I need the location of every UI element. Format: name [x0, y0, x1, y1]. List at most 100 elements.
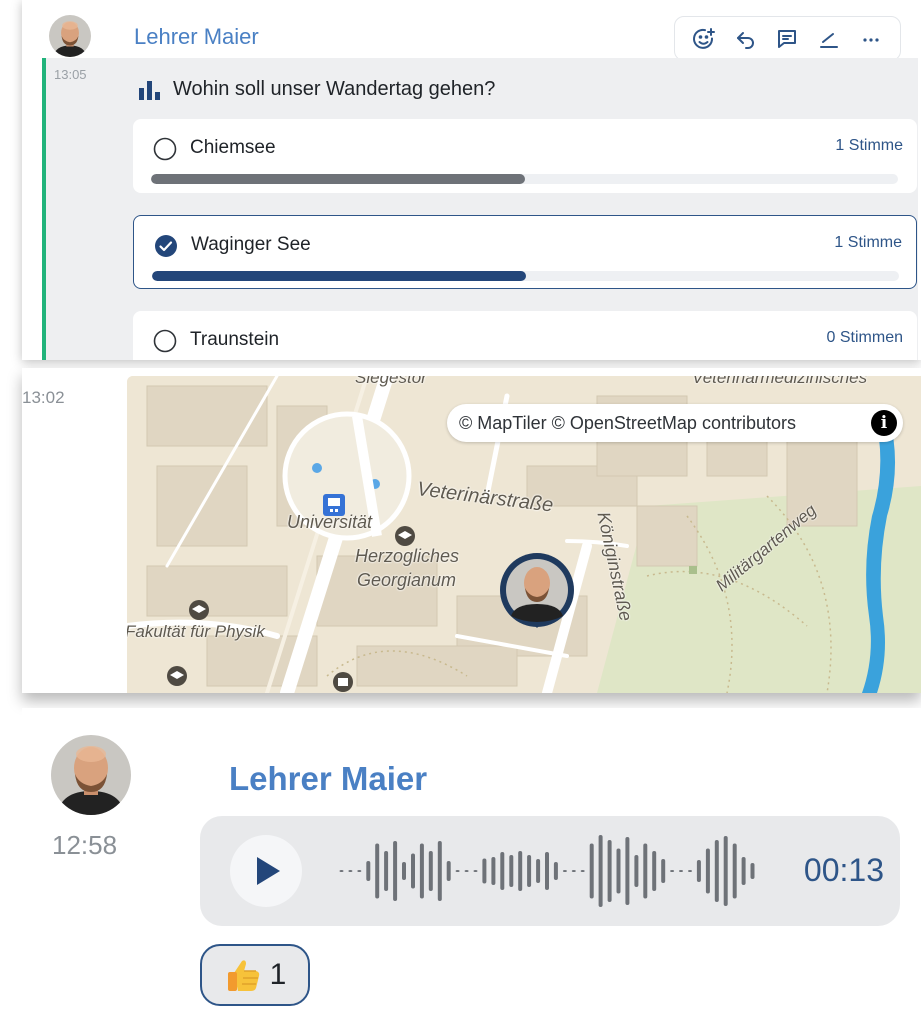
poll-option-traunstein[interactable]: Traunstein 0 Stimmen	[133, 311, 917, 360]
waveform-bar	[562, 870, 567, 872]
poll-option-votes: 1 Stimme	[834, 234, 902, 251]
waveform-bar	[348, 870, 353, 872]
poll-option-waginger-see[interactable]: Waginger See 1 Stimme	[133, 215, 917, 289]
waveform-bar	[670, 870, 675, 872]
chat-screenshot: Lehrer Maier 13:05 Wohin soll unser Wand…	[0, 0, 921, 1026]
waveform-bar	[661, 859, 666, 883]
waveform-bar	[509, 855, 514, 887]
reply-icon[interactable]	[733, 26, 759, 52]
poll-question-text: Wohin soll unser Wandertag gehen?	[173, 78, 496, 100]
avatar[interactable]	[49, 15, 91, 57]
location-message: 13:02 Siegestor Veterinärmedizinisches V…	[22, 368, 921, 693]
waveform-bar	[419, 843, 424, 899]
avatar[interactable]	[51, 735, 131, 815]
map-label: Universität	[287, 512, 373, 532]
waveform-bar	[553, 862, 558, 880]
waveform-bar	[625, 837, 630, 905]
voice-player: 00:13	[200, 816, 900, 926]
poll-option-votes: 0 Stimmen	[826, 329, 903, 346]
play-icon	[257, 857, 280, 885]
map-label: Veterinärmedizinisches	[692, 376, 868, 387]
waveform-bar	[732, 843, 737, 899]
play-button[interactable]	[230, 835, 302, 907]
waveform-bar	[366, 861, 371, 881]
waveform-bar	[652, 851, 657, 891]
voice-duration: 00:13	[803, 852, 884, 888]
map-attribution[interactable]: © MapTiler © OpenStreetMap contributors …	[447, 404, 903, 442]
waveform-bar	[580, 870, 585, 872]
radio-unchecked-icon[interactable]	[153, 137, 177, 161]
sender-name[interactable]: Lehrer Maier	[229, 760, 427, 798]
waveform-bar	[491, 857, 496, 885]
waveform-bar	[696, 860, 701, 882]
waveform-bar	[714, 840, 719, 902]
poll-option-bar-fill	[152, 271, 526, 281]
radio-unchecked-icon[interactable]	[153, 329, 177, 353]
attribution-text: © MapTiler © OpenStreetMap contributors	[459, 412, 796, 433]
waveform-bar	[598, 835, 603, 907]
waveform-bar	[446, 861, 451, 881]
map-label: Siegestor	[355, 376, 427, 387]
poll-body: 13:05 Wohin soll unser Wandertag gehen? …	[42, 58, 918, 360]
waveform-bar	[384, 851, 389, 891]
sender-name[interactable]: Lehrer Maier	[134, 24, 259, 50]
waveform-bar	[607, 840, 612, 902]
voice-message: Lehrer Maier 12:58 00:13 1	[22, 708, 921, 1026]
waveform-bar	[518, 851, 523, 891]
poll-option-label: Chiemsee	[190, 137, 276, 158]
waveform-bar	[402, 862, 406, 880]
poll-option-bar	[152, 271, 899, 281]
waveform-bar	[455, 870, 460, 872]
waveform-bar	[643, 843, 648, 899]
waveform-bar	[375, 843, 380, 899]
poll-option-chiemsee[interactable]: Chiemsee 1 Stimme	[133, 119, 917, 193]
waveform-bar	[723, 836, 728, 906]
reaction-count: 1	[269, 958, 287, 991]
waveform[interactable]	[337, 831, 757, 911]
waveform-bar	[357, 870, 362, 872]
waveform-bar	[688, 870, 692, 872]
info-icon[interactable]: i	[871, 410, 897, 436]
map-view[interactable]: Siegestor Veterinärmedizinisches Veterin…	[127, 376, 921, 693]
radio-checked-icon[interactable]	[154, 234, 178, 258]
add-reaction-icon[interactable]	[691, 26, 717, 52]
thread-icon[interactable]	[774, 26, 800, 52]
more-icon[interactable]	[858, 26, 884, 52]
map-label: Herzogliches	[355, 546, 460, 566]
map-label: Fakultät für Physik	[127, 622, 265, 641]
waveform-bar	[411, 853, 415, 889]
poll-message: Lehrer Maier 13:05 Wohin soll unser Wand…	[22, 0, 921, 360]
waveform-bar	[589, 843, 594, 899]
reaction-thumbs-up[interactable]: 1	[200, 944, 310, 1006]
waveform-bar	[482, 858, 487, 884]
waveform-bar	[473, 870, 478, 872]
waveform-bar	[616, 848, 621, 894]
waveform-bar	[393, 841, 398, 901]
waveform-bar	[679, 870, 683, 872]
thumbs-up-icon	[227, 960, 259, 991]
waveform-bar	[536, 859, 541, 883]
poll-option-label: Traunstein	[190, 329, 280, 350]
map-label: Georgianum	[357, 570, 457, 590]
poll-chart-icon	[139, 80, 160, 100]
waveform-bar	[464, 870, 469, 872]
poll-option-bar	[151, 174, 898, 184]
waveform-bar	[634, 855, 639, 887]
waveform-bar	[527, 855, 532, 887]
waveform-bar	[428, 851, 433, 891]
waveform-bar	[437, 841, 442, 901]
poll-option-votes: 1 Stimme	[835, 137, 903, 154]
waveform-bar	[750, 863, 755, 879]
waveform-bar	[571, 870, 576, 872]
poll-option-label: Waginger See	[191, 234, 311, 255]
poll-question: Wohin soll unser Wandertag gehen?	[139, 78, 495, 101]
message-time: 13:02	[22, 388, 65, 407]
waveform-bar	[545, 852, 549, 890]
message-toolbar	[674, 16, 901, 61]
edit-icon[interactable]	[816, 26, 842, 52]
poll-option-bar-fill	[151, 174, 525, 184]
waveform-bar	[705, 848, 710, 894]
waveform-bar	[741, 857, 746, 885]
waveform-bar	[339, 870, 344, 872]
message-time: 13:05	[54, 67, 87, 82]
